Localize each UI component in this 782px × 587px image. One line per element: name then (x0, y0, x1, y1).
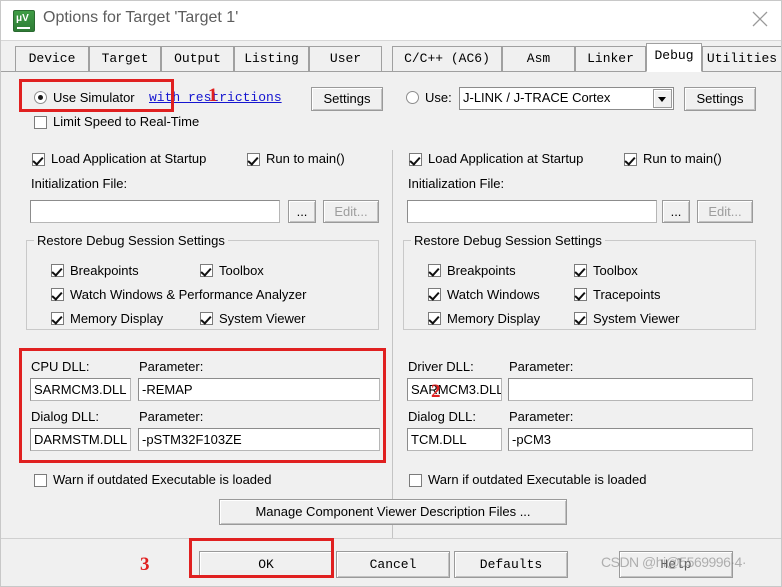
right-dialog-dll-input[interactable]: TCM.DLL (407, 428, 502, 451)
defaults-button[interactable]: Defaults (454, 551, 568, 578)
left-run-to-main-checkbox[interactable] (247, 153, 260, 166)
cpu-parameter-label: Parameter: (139, 359, 204, 374)
tab-utilities[interactable]: Utilities (702, 46, 781, 71)
right-load-app-label: Load Application at Startup (428, 151, 584, 166)
right-warn-outdated-label: Warn if outdated Executable is loaded (428, 472, 647, 487)
use-driver-radio[interactable] (406, 91, 419, 104)
driver-dll-input[interactable]: SARMCM3.DLL (407, 378, 502, 401)
left-memory-display-label: Memory Display (70, 311, 164, 326)
with-restrictions-link[interactable]: with restrictions (149, 90, 282, 105)
dialog-parameter-label: Parameter: (139, 409, 204, 424)
left-restore-group-title: Restore Debug Session Settings (34, 233, 228, 248)
use-simulator-radio[interactable] (34, 91, 47, 104)
use-simulator-label: Use Simulator (53, 90, 135, 105)
cpu-parameter-input[interactable]: -REMAP (138, 378, 380, 401)
left-system-viewer-checkbox[interactable] (200, 312, 213, 325)
left-run-to-main-label: Run to main() (266, 151, 345, 166)
keil-uvision-icon (13, 10, 35, 32)
right-toolbox-label: Toolbox (593, 263, 638, 278)
tab-strip: Device Target Output Listing User C/C++ … (1, 40, 781, 72)
window-title: Options for Target 'Target 1' (43, 9, 239, 26)
right-tracepoints-label: Tracepoints (593, 287, 661, 302)
options-for-target-dialog: Options for Target 'Target 1' Device Tar… (0, 0, 782, 587)
right-watch-windows-label: Watch Windows (447, 287, 540, 302)
tab-linker[interactable]: Linker (575, 46, 646, 71)
right-load-app-checkbox[interactable] (409, 153, 422, 166)
limit-speed-label: Limit Speed to Real-Time (53, 114, 200, 129)
left-edit-button: Edit... (323, 200, 379, 223)
left-warn-outdated-checkbox[interactable] (34, 474, 47, 487)
left-load-app-label: Load Application at Startup (51, 151, 207, 166)
help-button[interactable]: Help (619, 551, 733, 578)
right-dialog-parameter-input[interactable]: -pCM3 (508, 428, 753, 451)
left-system-viewer-label: System Viewer (219, 311, 306, 326)
right-restore-group-title: Restore Debug Session Settings (411, 233, 605, 248)
right-system-viewer-checkbox[interactable] (574, 312, 587, 325)
left-breakpoints-checkbox[interactable] (51, 264, 64, 277)
right-dialog-dll-label: Dialog DLL: (408, 409, 476, 424)
use-driver-label: Use: (425, 90, 452, 105)
cancel-button[interactable]: Cancel (336, 551, 450, 578)
debug-tab-panel: Use Simulator with restrictions Settings… (1, 71, 781, 568)
tab-output[interactable]: Output (161, 46, 234, 71)
left-warn-outdated-label: Warn if outdated Executable is loaded (53, 472, 272, 487)
left-init-file-input[interactable] (30, 200, 280, 223)
cpu-dll-label: CPU DLL: (31, 359, 90, 374)
left-init-file-label: Initialization File: (31, 176, 128, 191)
dialog-dll-label: Dialog DLL: (31, 409, 99, 424)
cpu-dll-input[interactable]: SARMCM3.DLL (30, 378, 131, 401)
title-bar: Options for Target 'Target 1' (1, 1, 781, 40)
tab-device[interactable]: Device (15, 46, 89, 71)
close-icon[interactable] (737, 1, 781, 33)
right-dialog-parameter-label: Parameter: (509, 409, 574, 424)
right-memory-display-label: Memory Display (447, 311, 541, 326)
dialog-dll-input[interactable]: DARMSTM.DLL (30, 428, 131, 451)
right-tracepoints-checkbox[interactable] (574, 288, 587, 301)
tab-user[interactable]: User (309, 46, 382, 71)
left-breakpoints-label: Breakpoints (70, 263, 139, 278)
right-init-file-label: Initialization File: (408, 176, 505, 191)
tab-c-cpp[interactable]: C/C++ (AC6) (392, 46, 502, 71)
right-warn-outdated-checkbox[interactable] (409, 474, 422, 487)
right-memory-display-checkbox[interactable] (428, 312, 441, 325)
manage-component-viewer-button[interactable]: Manage Component Viewer Description File… (219, 499, 567, 525)
driver-dll-label: Driver DLL: (408, 359, 474, 374)
tab-target[interactable]: Target (89, 46, 161, 71)
left-toolbox-label: Toolbox (219, 263, 264, 278)
left-memory-display-checkbox[interactable] (51, 312, 64, 325)
driver-parameter-input[interactable] (508, 378, 753, 401)
left-load-app-checkbox[interactable] (32, 153, 45, 166)
left-toolbox-checkbox[interactable] (200, 264, 213, 277)
ok-button[interactable]: OK (199, 551, 333, 578)
simulator-settings-button[interactable]: Settings (311, 87, 383, 111)
left-browse-button[interactable]: ... (288, 200, 316, 223)
left-watch-windows-label: Watch Windows & Performance Analyzer (70, 287, 307, 302)
dialog-parameter-input[interactable]: -pSTM32F103ZE (138, 428, 380, 451)
debug-adapter-value: J-LINK / J-TRACE Cortex (463, 90, 611, 105)
right-system-viewer-label: System Viewer (593, 311, 680, 326)
right-init-file-input[interactable] (407, 200, 657, 223)
tab-listing[interactable]: Listing (234, 46, 309, 71)
limit-speed-checkbox[interactable] (34, 116, 47, 129)
tab-debug[interactable]: Debug (646, 43, 702, 72)
right-run-to-main-checkbox[interactable] (624, 153, 637, 166)
chevron-down-icon[interactable] (653, 89, 672, 108)
right-toolbox-checkbox[interactable] (574, 264, 587, 277)
debug-adapter-select[interactable]: J-LINK / J-TRACE Cortex (459, 87, 674, 110)
right-browse-button[interactable]: ... (662, 200, 690, 223)
driver-parameter-label: Parameter: (509, 359, 574, 374)
right-run-to-main-label: Run to main() (643, 151, 722, 166)
right-breakpoints-checkbox[interactable] (428, 264, 441, 277)
left-watch-windows-checkbox[interactable] (51, 288, 64, 301)
tab-asm[interactable]: Asm (502, 46, 575, 71)
right-breakpoints-label: Breakpoints (447, 263, 516, 278)
right-edit-button: Edit... (697, 200, 753, 223)
dialog-footer: OK Cancel Defaults Help (1, 538, 781, 586)
driver-settings-button[interactable]: Settings (684, 87, 756, 111)
right-watch-windows-checkbox[interactable] (428, 288, 441, 301)
